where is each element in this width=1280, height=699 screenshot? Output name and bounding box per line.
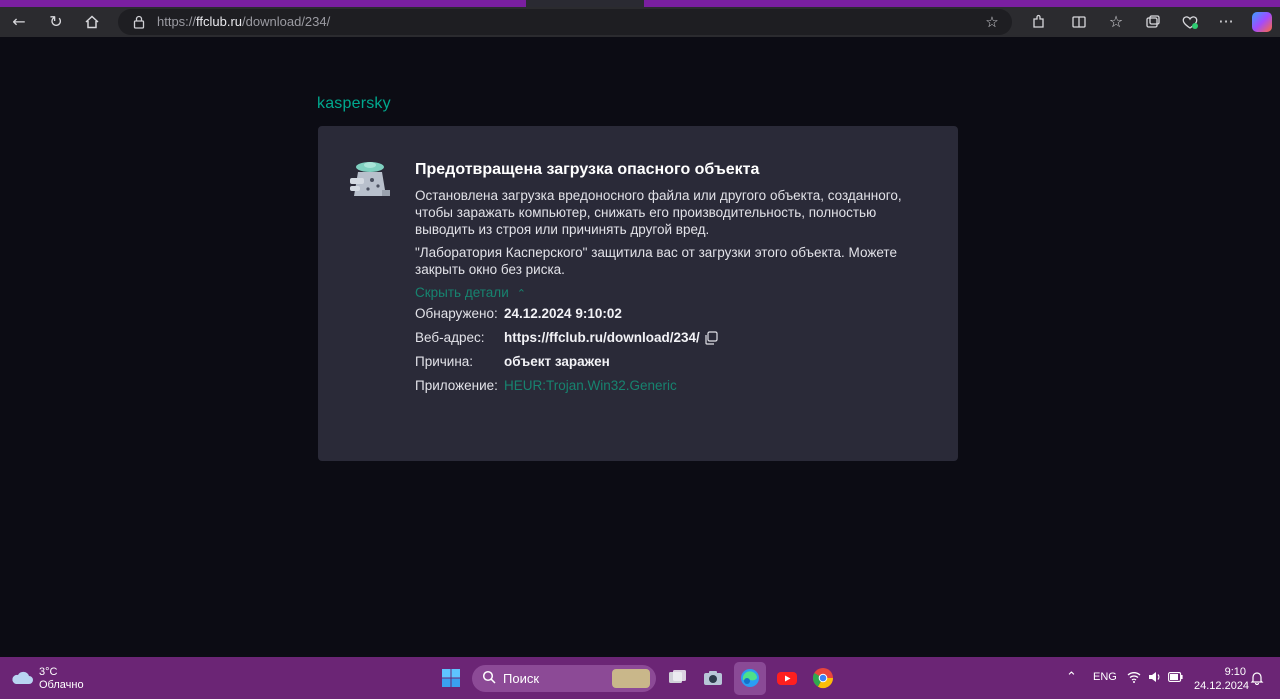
wifi-icon[interactable] — [1127, 671, 1141, 683]
threat-name-link[interactable]: HEUR:Trojan.Win32.Generic — [504, 378, 677, 393]
detail-label: Приложение: — [415, 378, 498, 393]
browser-toolbar: ← ↻ https://ffclub.ru/download/234/ ☆ ☆ … — [0, 7, 1280, 37]
extensions-icon[interactable] — [1027, 10, 1051, 34]
favorite-star-icon[interactable]: ☆ — [982, 12, 1002, 32]
favorites-icon[interactable]: ☆ — [1104, 10, 1128, 34]
taskbar: 3°C Облачно Поиск ⌃ ENG 9:10 24.12.2024 — [0, 657, 1280, 699]
warning-card: Предотвращена загрузка опасного объекта … — [318, 126, 958, 461]
search-icon — [482, 670, 498, 686]
detail-label: Причина: — [415, 354, 474, 369]
chevron-up-icon[interactable]: ⌃ — [1066, 669, 1077, 685]
volume-icon[interactable] — [1148, 671, 1162, 683]
browser-essentials-icon[interactable] — [1178, 10, 1202, 34]
tab-strip — [0, 0, 1280, 7]
search-placeholder: Поиск — [503, 671, 540, 686]
address-bar[interactable]: https://ffclub.ru/download/234/ ☆ — [118, 9, 1012, 35]
more-options-icon[interactable]: ··· — [1214, 10, 1238, 34]
back-icon[interactable]: ← — [7, 10, 31, 34]
task-view-icon[interactable] — [666, 667, 688, 689]
weather-desc: Облачно — [39, 679, 84, 691]
refresh-icon[interactable]: ↻ — [44, 10, 68, 34]
copilot-icon[interactable] — [1252, 12, 1272, 32]
detail-value: 24.12.2024 9:10:02 — [504, 306, 622, 321]
search-highlight-image — [612, 669, 650, 688]
youtube-icon[interactable] — [776, 667, 798, 689]
detail-label: Обнаружено: — [415, 306, 498, 321]
protection-message: "Лаборатория Касперского" защитила вас о… — [415, 245, 897, 277]
cloud-weather-icon[interactable] — [10, 667, 34, 687]
camera-app-icon[interactable] — [702, 667, 724, 689]
weather-widget[interactable]: 3°C Облачно — [39, 666, 84, 692]
hide-details-toggle[interactable]: Скрыть детали ⌃ — [415, 285, 526, 300]
collections-icon[interactable] — [1141, 10, 1165, 34]
clock-time: 9:10 — [1224, 666, 1246, 678]
battery-icon[interactable] — [1168, 672, 1183, 682]
page-content: kaspersky Предотвращена загрузка опасног… — [0, 37, 1280, 657]
chevron-up-icon: ⌃ — [516, 288, 526, 300]
malware-detected-icon — [350, 162, 390, 196]
detail-label: Веб-адрес: — [415, 330, 485, 345]
detail-value: объект заражен — [504, 354, 610, 369]
clock-date: 24.12.2024 — [1194, 680, 1250, 692]
windows-start-icon[interactable] — [441, 668, 461, 688]
notifications-bell-icon[interactable] — [1250, 671, 1264, 685]
home-icon[interactable] — [80, 10, 104, 34]
input-language[interactable]: ENG — [1093, 671, 1117, 683]
split-screen-icon[interactable] — [1067, 10, 1091, 34]
taskbar-search[interactable]: Поиск — [472, 665, 656, 692]
chrome-browser-icon[interactable] — [812, 667, 834, 689]
copy-icon[interactable] — [704, 331, 718, 345]
warning-title: Предотвращена загрузка опасного объекта — [415, 161, 760, 178]
edge-browser-icon[interactable] — [739, 667, 761, 689]
active-tab[interactable] — [526, 0, 644, 7]
detail-value: https://ffclub.ru/download/234/ — [504, 330, 700, 345]
system-clock[interactable]: 9:10 24.12.2024 — [1194, 665, 1250, 693]
kaspersky-logo: kaspersky — [317, 95, 391, 112]
lock-icon[interactable] — [130, 13, 148, 31]
warning-description: Остановлена загрузка вредоносного файла … — [415, 188, 902, 237]
weather-temp: 3°C — [39, 666, 58, 678]
url-text[interactable]: https://ffclub.ru/download/234/ — [157, 14, 330, 29]
